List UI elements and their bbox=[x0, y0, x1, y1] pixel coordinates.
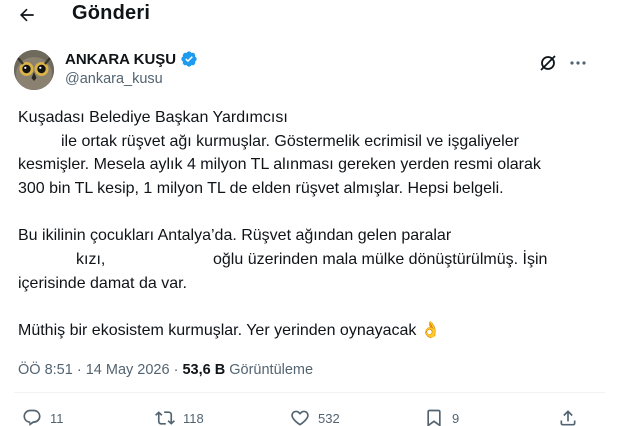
repost-icon bbox=[155, 411, 175, 425]
reply-count: 11 bbox=[50, 410, 64, 426]
tweet-line: ile ortak rüşvet ağı kurmuşlar. Gösterme… bbox=[61, 133, 519, 150]
tweet-line: Müthiş bir ekosistem kurmuşlar. Yer yeri… bbox=[18, 322, 441, 339]
grok-icon bbox=[540, 55, 556, 71]
header-bar: Gönderi bbox=[0, 0, 619, 30]
back-arrow-icon bbox=[20, 8, 34, 22]
bookmark-button[interactable]: 9 bbox=[424, 408, 459, 426]
reply-icon bbox=[23, 409, 41, 426]
share-icon bbox=[560, 410, 576, 426]
like-button[interactable]: 532 bbox=[290, 408, 340, 426]
tweet-time[interactable]: ÖÖ 8:51 bbox=[18, 362, 73, 378]
more-button[interactable] bbox=[565, 53, 591, 73]
repost-count: 118 bbox=[183, 410, 204, 426]
tweet-line: Bu ikilinin çocukları Antalya’da. Rüşvet… bbox=[18, 227, 452, 244]
back-button[interactable] bbox=[14, 3, 40, 27]
owl-avatar-image bbox=[14, 50, 54, 90]
grok-button[interactable] bbox=[538, 53, 558, 73]
like-icon bbox=[291, 410, 309, 426]
share-button[interactable] bbox=[558, 408, 578, 426]
verified-badge-icon bbox=[181, 51, 197, 67]
reply-button[interactable]: 11 bbox=[22, 408, 64, 426]
tweet-date[interactable]: 14 May 2026 bbox=[86, 362, 170, 378]
author-block: ANKARA KUŞU @ankara_kusu bbox=[14, 50, 604, 94]
avatar[interactable] bbox=[14, 50, 54, 90]
name-row: ANKARA KUŞU bbox=[65, 50, 198, 68]
tweet-line: Kuşadası Belediye Başkan Yardımcısı bbox=[18, 109, 288, 126]
views-count: 53,6 B bbox=[182, 362, 226, 378]
divider bbox=[14, 392, 605, 393]
meta-separator: · bbox=[76, 362, 82, 378]
tweet-line: oğlu üzerinden mala mülke dönüştürülmüş.… bbox=[213, 251, 548, 268]
meta-separator: · bbox=[173, 362, 179, 378]
bookmark-icon bbox=[427, 409, 441, 426]
tweet-line: kesmişler. Mesela aylık 4 milyon TL alın… bbox=[18, 156, 541, 173]
tweet-line: içerisinde damat da var. bbox=[18, 275, 187, 292]
like-count: 532 bbox=[318, 410, 340, 426]
tweet-meta: ÖÖ 8:51 · 14 May 2026 · 53,6 B Görüntüle… bbox=[18, 362, 313, 378]
bookmark-count: 9 bbox=[452, 410, 460, 426]
user-handle[interactable]: @ankara_kusu bbox=[65, 71, 163, 87]
more-icon bbox=[570, 61, 586, 65]
page-title: Gönderi bbox=[72, 2, 151, 24]
action-bar: 11 118 532 9 bbox=[0, 408, 619, 426]
display-name[interactable]: ANKARA KUŞU bbox=[65, 51, 176, 68]
tweet-line: 300 bin TL kesip, 1 milyon TL de elden r… bbox=[18, 180, 504, 197]
tweet-line: kızı, bbox=[76, 251, 106, 268]
views-label: Görüntüleme bbox=[229, 362, 314, 378]
repost-button[interactable]: 118 bbox=[155, 408, 204, 426]
